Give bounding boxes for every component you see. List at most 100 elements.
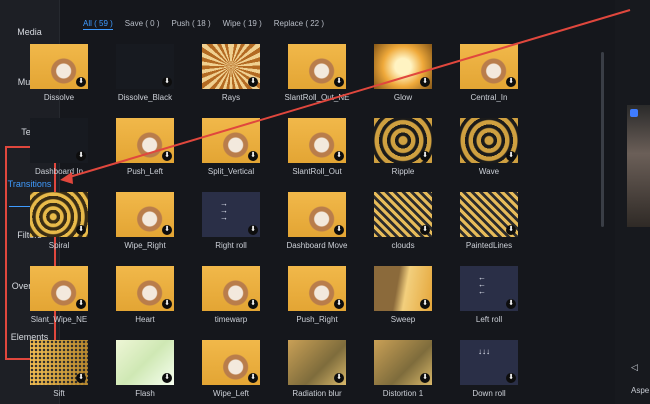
transition-tile[interactable]: ⬇ Heart [116,266,174,324]
transition-tile[interactable]: ⬇ Wipe_Left [202,340,260,398]
transition-tile[interactable]: ⬇ Split_Vertical [202,118,260,176]
transition-tile[interactable]: ⬇ Radiation blur [288,340,346,398]
transition-label: Sweep [390,315,416,324]
transition-tile[interactable]: ⬇ Dashboard In [30,118,88,176]
download-icon[interactable]: ⬇ [334,299,344,309]
download-icon[interactable]: ⬇ [76,225,86,235]
download-icon[interactable]: ⬇ [506,225,516,235]
download-icon[interactable]: ⬇ [76,299,86,309]
transition-label: Rays [221,93,241,102]
download-icon[interactable]: ⬇ [334,225,344,235]
play-icon[interactable]: ◁ [631,362,638,373]
download-icon[interactable]: ⬇ [506,373,516,383]
download-icon[interactable]: ⬇ [334,151,344,161]
transition-thumbnail: ⬇ [374,44,432,89]
tab-push[interactable]: Push ( 18 ) [171,19,210,30]
transition-label: PaintedLines [465,241,513,250]
transition-tile[interactable]: ⬇ SlantRoll_Out [288,118,346,176]
preview-image [627,105,650,227]
transition-thumbnail: ↓↓↓ ⬇ [460,340,518,385]
tab-wipe[interactable]: Wipe ( 19 ) [223,19,262,30]
transition-thumbnail: → → → ⬇ [202,192,260,237]
transition-tile[interactable]: ⬇ Distortion 1 [374,340,432,398]
transition-label: SlantRoll_Out [292,167,342,176]
scrollbar[interactable] [601,52,604,227]
download-icon[interactable]: ⬇ [420,373,430,383]
download-icon[interactable]: ⬇ [420,151,430,161]
transition-tile[interactable]: ⬇ Glow [374,44,432,102]
download-icon[interactable]: ⬇ [248,151,258,161]
transition-label: Dashboard In [34,167,84,176]
transition-tile[interactable]: ⬇ Dashboard Move [287,192,347,250]
transition-tile[interactable]: ⬇ PaintedLines [460,192,518,250]
transition-label: Right roll [215,241,247,250]
download-icon[interactable]: ⬇ [248,373,258,383]
download-icon[interactable]: ⬇ [248,225,258,235]
transition-label: timewarp [214,315,248,324]
transition-tile[interactable]: ⬇ Wave [460,118,518,176]
download-icon[interactable]: ⬇ [334,373,344,383]
transition-thumbnail: ⬇ [116,266,174,311]
transition-tile[interactable]: ⬇ Rays [202,44,260,102]
transition-thumbnail: ⬇ [288,340,346,385]
transition-thumbnail: ⬇ [288,44,346,89]
transition-label: Glow [393,93,413,102]
download-icon[interactable]: ⬇ [248,299,258,309]
download-icon[interactable]: ⬇ [334,77,344,87]
transition-thumbnail: ⬇ [30,118,88,163]
download-icon[interactable]: ⬇ [162,77,172,87]
download-icon[interactable]: ⬇ [506,299,516,309]
tab-all[interactable]: All ( 59 ) [83,19,113,30]
transition-tile[interactable]: ⬇ Spiral [30,192,88,250]
transition-tile[interactable]: ⬇ SlantRoll_Out_NE [285,44,349,102]
transition-label: Spiral [48,241,70,250]
transition-thumbnail: ⬇ [460,192,518,237]
transition-tile[interactable]: ⬇ Ripple [374,118,432,176]
transition-tile[interactable]: ⬇ Central_In [460,44,518,102]
arrows-icon: ↓↓↓ [478,347,490,356]
aspect-label[interactable]: Aspe [631,386,649,395]
transition-thumbnail: ⬇ [116,192,174,237]
download-icon[interactable]: ⬇ [76,373,86,383]
transition-thumbnail: ⬇ [30,44,88,89]
transition-tile[interactable]: ⬇ Sift [30,340,88,398]
transition-tile[interactable]: ⬇ Sweep [374,266,432,324]
transition-label: Dissolve_Black [117,93,173,102]
download-icon[interactable]: ⬇ [420,299,430,309]
transition-thumbnail: ⬇ [374,118,432,163]
download-icon[interactable]: ⬇ [162,299,172,309]
transition-tile[interactable]: → → → ⬇ Right roll [202,192,260,250]
transition-tile[interactable]: ⬇ Slant_Wipe_NE [30,266,88,324]
transition-thumbnail: ⬇ [202,266,260,311]
download-icon[interactable]: ⬇ [76,77,86,87]
download-icon[interactable]: ⬇ [162,373,172,383]
transition-tile[interactable]: ⬇ Push_Right [288,266,346,324]
transition-label: Wipe_Right [124,241,166,250]
transition-tile[interactable]: ⬇ Push_Left [116,118,174,176]
transition-tile[interactable]: ⬇ Wipe_Right [116,192,174,250]
transition-tile[interactable]: ⬇ Flash [116,340,174,398]
transition-label: Radiation blur [292,389,342,398]
transition-tile[interactable]: ⬇ Dissolve_Black [116,44,174,102]
tab-replace[interactable]: Replace ( 22 ) [274,19,324,30]
download-icon[interactable]: ⬇ [420,77,430,87]
transition-thumbnail: ⬇ [374,266,432,311]
transition-tile[interactable]: ⬇ clouds [374,192,432,250]
download-icon[interactable]: ⬇ [506,151,516,161]
download-icon[interactable]: ⬇ [162,151,172,161]
tab-save[interactable]: Save ( 0 ) [125,19,160,30]
transition-tile[interactable]: ↓↓↓ ⬇ Down roll [460,340,518,398]
download-icon[interactable]: ⬇ [420,225,430,235]
transition-tile[interactable]: ⬇ timewarp [202,266,260,324]
transition-tile[interactable]: ← ← ← ⬇ Left roll [460,266,518,324]
category-tabs: All ( 59 ) Save ( 0 ) Push ( 18 ) Wipe (… [83,19,324,30]
transition-thumbnail: ⬇ [202,44,260,89]
download-icon[interactable]: ⬇ [248,77,258,87]
transition-tile[interactable]: ⬇ Dissolve [30,44,88,102]
download-icon[interactable]: ⬇ [162,225,172,235]
download-icon[interactable]: ⬇ [76,151,86,161]
preview-badge-icon [630,109,638,117]
transition-label: Split_Vertical [207,167,255,176]
download-icon[interactable]: ⬇ [506,77,516,87]
transition-thumbnail: ⬇ [202,118,260,163]
